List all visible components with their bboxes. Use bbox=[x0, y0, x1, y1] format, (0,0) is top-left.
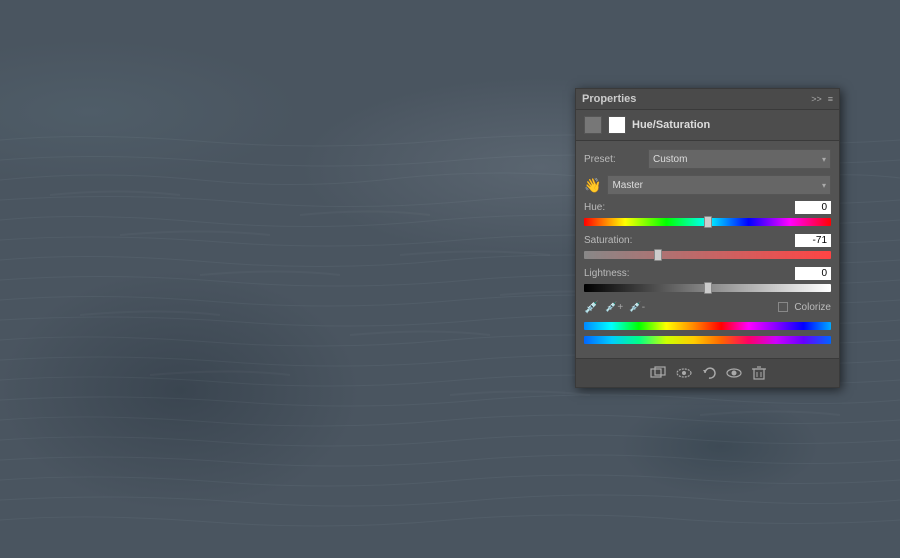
colorize-checkbox[interactable] bbox=[778, 302, 788, 312]
channel-value: Master bbox=[612, 180, 643, 191]
colorize-label: Colorize bbox=[794, 302, 831, 313]
preset-label: Preset: bbox=[584, 154, 644, 165]
hue-label-row: Hue: bbox=[584, 201, 831, 214]
eyedropper-minus-icon[interactable]: 💉- bbox=[629, 302, 645, 313]
layer-mask-thumbnail bbox=[608, 116, 626, 134]
channel-row: 👋 Master ▾ bbox=[584, 175, 831, 195]
hue-slider-thumb[interactable] bbox=[704, 216, 712, 228]
saturation-label: Saturation: bbox=[584, 235, 632, 246]
eyedropper-icon[interactable]: 💉 bbox=[584, 300, 599, 314]
eye-dotted-icon[interactable] bbox=[676, 367, 692, 379]
panel-body: Preset: Custom ▾ 👋 Master ▾ Hue: bbox=[576, 141, 839, 358]
hue-value-input[interactable] bbox=[795, 201, 831, 214]
preset-value: Custom bbox=[653, 154, 687, 165]
hue-label: Hue: bbox=[584, 202, 605, 213]
channel-dropdown[interactable]: Master ▾ bbox=[607, 175, 831, 195]
preset-row: Preset: Custom ▾ bbox=[584, 149, 831, 169]
dropdown-arrow-icon: ▾ bbox=[822, 155, 826, 164]
panel-icons: >> ≡ bbox=[811, 94, 833, 104]
undo-icon[interactable] bbox=[702, 366, 716, 380]
preset-dropdown[interactable]: Custom ▾ bbox=[648, 149, 831, 169]
hue-slider-section: Hue: bbox=[584, 201, 831, 226]
hand-tool-icon[interactable]: 👋 bbox=[584, 177, 601, 194]
layer-thumbnail bbox=[584, 116, 602, 134]
saturation-slider-thumb[interactable] bbox=[654, 249, 662, 261]
color-spectrum-bar-2 bbox=[584, 336, 831, 344]
channel-dropdown-arrow-icon: ▾ bbox=[822, 181, 826, 190]
saturation-label-row: Saturation: bbox=[584, 234, 831, 247]
lightness-value-input[interactable] bbox=[795, 267, 831, 280]
saturation-slider-section: Saturation: bbox=[584, 234, 831, 259]
tools-row: 💉 💉+ 💉- Colorize bbox=[584, 300, 831, 314]
panel-header: Hue/Saturation bbox=[576, 110, 839, 141]
lightness-slider-thumb[interactable] bbox=[704, 282, 712, 294]
lightness-slider-track[interactable] bbox=[584, 284, 831, 292]
hue-slider-track[interactable] bbox=[584, 218, 831, 226]
properties-panel: Properties >> ≡ Hue/Saturation Preset: C… bbox=[575, 88, 840, 388]
panel-titlebar: Properties >> ≡ bbox=[576, 89, 839, 110]
panel-title: Properties bbox=[582, 93, 636, 105]
visibility-icon[interactable] bbox=[726, 367, 742, 379]
collapse-icon[interactable]: >> bbox=[811, 94, 822, 104]
saturation-value-input[interactable] bbox=[795, 234, 831, 247]
eyedropper-plus-icon[interactable]: 💉+ bbox=[605, 302, 623, 313]
lightness-slider-section: Lightness: bbox=[584, 267, 831, 292]
lightness-label-row: Lightness: bbox=[584, 267, 831, 280]
panel-bottom-bar bbox=[576, 358, 839, 387]
layer-name: Hue/Saturation bbox=[632, 119, 710, 131]
saturation-slider-track[interactable] bbox=[584, 251, 831, 259]
clip-to-layer-icon[interactable] bbox=[650, 366, 666, 380]
lightness-label: Lightness: bbox=[584, 268, 630, 279]
menu-icon[interactable]: ≡ bbox=[828, 94, 833, 104]
trash-icon[interactable] bbox=[752, 365, 766, 381]
color-spectrum-bar bbox=[584, 322, 831, 330]
